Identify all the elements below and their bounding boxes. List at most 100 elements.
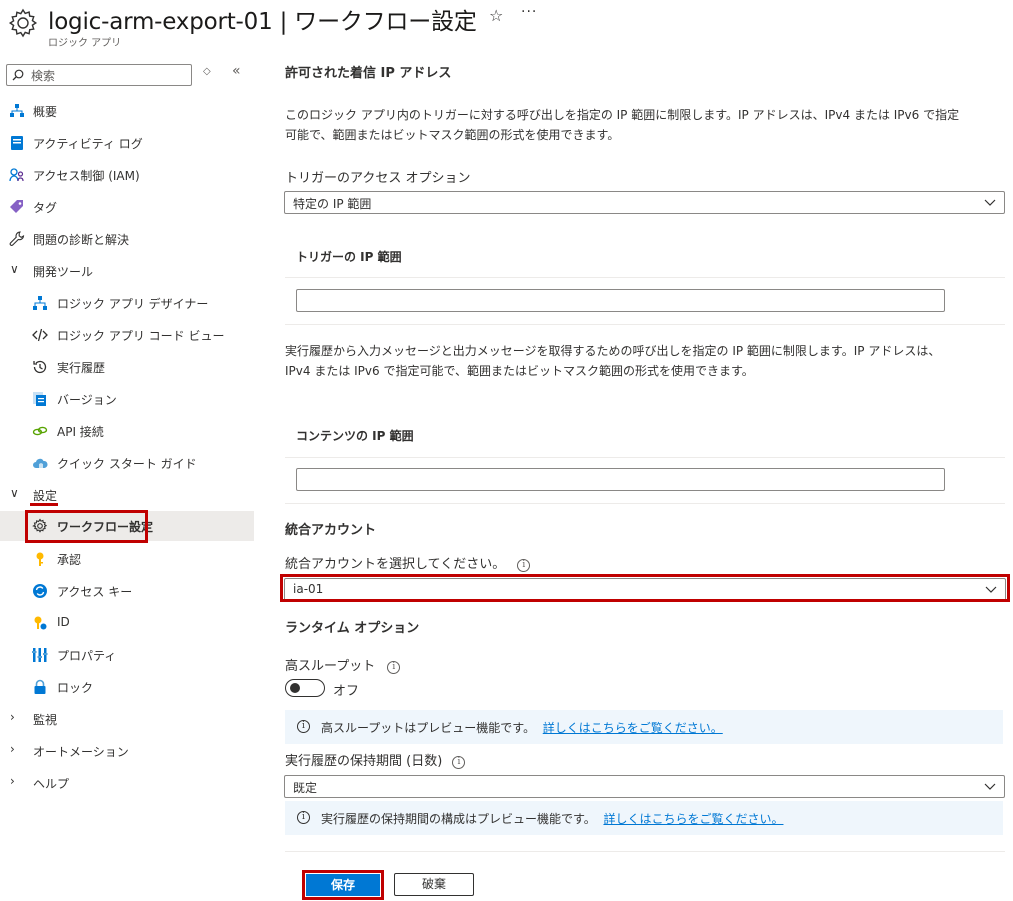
sidebar-item-label: バージョン: [57, 393, 117, 407]
cloud-icon: [33, 458, 48, 468]
dropdown-value: 既定: [293, 781, 318, 795]
wrench-icon: [9, 231, 25, 246]
sidebar-item-label: ロジック アプリ デザイナー: [57, 297, 209, 311]
retention-label-text: 実行履歴の保持期間 (日数): [285, 754, 443, 769]
sidebar-item-diagnose[interactable]: 問題の診断と解決: [0, 224, 254, 254]
tag-icon: [10, 200, 23, 213]
sidebar-item-authorization[interactable]: 承認: [0, 544, 254, 574]
sidebar-item-activity-log[interactable]: アクティビティ ログ: [0, 128, 254, 158]
sort-button[interactable]: ◇: [203, 66, 211, 77]
sidebar-item-label: プロパティ: [57, 649, 117, 663]
key-icon: [36, 552, 44, 566]
versions-icon: [33, 392, 46, 406]
integration-account-label-text: 統合アカウントを選択してください。: [285, 557, 506, 572]
divider: [285, 277, 1005, 278]
workflow-settings-highlight-box: [25, 510, 148, 543]
sidebar-item-label: 概要: [33, 105, 58, 119]
high-throughput-label-text: 高スループット: [285, 659, 376, 674]
divider: [285, 457, 1005, 458]
inbound-ip-description-line2: 可能で、範囲またはビットマスク範囲の形式を使用できます。: [285, 128, 620, 142]
chevron-down-icon: [984, 199, 996, 206]
sidebar-item-quickstart[interactable]: クイック スタート ガイド: [0, 448, 254, 478]
lock-icon: [34, 679, 46, 694]
sidebar-group-monitoring[interactable]: › 監視: [0, 704, 254, 734]
sidebar-group-automation[interactable]: › オートメーション: [0, 736, 254, 766]
sidebar-item-tags[interactable]: タグ: [0, 192, 254, 222]
info-icon[interactable]: i: [452, 756, 466, 769]
sidebar-item-overview[interactable]: 概要: [0, 96, 254, 126]
history-description-line1: 実行履歴から入力メッセージと出力メッセージを取得するための呼び出しを指定の IP…: [285, 344, 941, 358]
sidebar-item-code-view[interactable]: ロジック アプリ コード ビュー: [0, 320, 254, 350]
sidebar-item-locks[interactable]: ロック: [0, 672, 254, 702]
settings-highlight-underline: [30, 503, 58, 506]
more-options-button[interactable]: ···: [521, 4, 537, 20]
divider: [285, 503, 1005, 504]
sidebar-item-access-keys[interactable]: アクセス キー: [0, 576, 254, 606]
sidebar-item-label: アクセス キー: [57, 585, 133, 599]
divider: [285, 324, 1005, 325]
sidebar-item-label: アクセス制御 (IAM): [33, 169, 140, 183]
discard-button[interactable]: 破棄: [394, 873, 474, 896]
inbound-ip-description-line1: このロジック アプリ内のトリガーに対する呼び出しを指定の IP 範囲に制限します…: [285, 108, 960, 122]
iam-icon: [9, 168, 24, 182]
retention-info-text: 実行履歴の保持期間の構成はプレビュー機能です。 詳しくはこちらをご覧ください。: [321, 812, 784, 826]
sidebar-group-help[interactable]: › ヘルプ: [0, 768, 254, 798]
search-icon: [12, 69, 24, 81]
throughput-info-bar: i 高スループットはプレビュー機能です。 詳しくはこちらをご覧ください。: [285, 710, 1003, 744]
integration-account-label: 統合アカウントを選択してください。 i: [285, 553, 531, 572]
chevron-down-icon: ∨: [10, 262, 19, 276]
sidebar-group-dev-tools[interactable]: ∨ 開発ツール: [0, 256, 254, 286]
search-input[interactable]: 検索: [6, 64, 192, 86]
sidebar-item-iam[interactable]: アクセス制御 (IAM): [0, 160, 254, 190]
save-highlight-box: [302, 870, 384, 900]
high-throughput-label: 高スループット i: [285, 655, 401, 674]
chevron-right-icon: ›: [10, 710, 15, 724]
sidebar-item-label: ロック: [57, 681, 94, 695]
divider: [285, 851, 1005, 852]
sidebar-item-label: クイック スタート ガイド: [57, 457, 197, 471]
sidebar-item-identity[interactable]: ID: [0, 608, 254, 638]
sidebar-item-label: API 接続: [57, 425, 104, 439]
learn-more-link[interactable]: 詳しくはこちらをご覧ください。: [603, 812, 783, 826]
identity-icon: [34, 616, 47, 630]
inbound-ip-heading: 許可された着信 IP アドレス: [285, 66, 452, 81]
integration-account-highlight-box: [280, 574, 1010, 602]
trigger-ip-heading: トリガーの IP 範囲: [296, 250, 402, 264]
info-icon[interactable]: i: [387, 661, 401, 674]
link-icon: [32, 426, 48, 436]
overview-icon: [10, 104, 24, 117]
high-throughput-toggle[interactable]: [285, 679, 325, 697]
page-subtitle: ロジック アプリ: [48, 38, 122, 49]
sidebar-item-label: 実行履歴: [57, 361, 106, 375]
trigger-access-dropdown[interactable]: 特定の IP 範囲: [284, 191, 1005, 214]
chevron-down-icon: [984, 783, 996, 790]
chevron-right-icon: ›: [10, 774, 15, 788]
trigger-ip-range-input[interactable]: [296, 289, 945, 312]
star-icon[interactable]: ☆: [489, 6, 503, 25]
sidebar-item-label: ロジック アプリ コード ビュー: [57, 329, 225, 343]
sidebar-item-properties[interactable]: プロパティ: [0, 640, 254, 670]
sidebar-item-label: 問題の診断と解決: [33, 233, 130, 247]
content-ip-range-input[interactable]: [296, 468, 945, 491]
sidebar-item-versions[interactable]: バージョン: [0, 384, 254, 414]
info-icon[interactable]: i: [517, 559, 531, 572]
high-throughput-state: オフ: [333, 684, 360, 699]
collapse-sidebar-button[interactable]: «: [232, 63, 241, 79]
retention-label: 実行履歴の保持期間 (日数) i: [285, 750, 466, 769]
info-icon: i: [297, 720, 310, 733]
integration-account-heading: 統合アカウント: [285, 523, 377, 538]
designer-icon: [33, 296, 47, 310]
sidebar-item-api-connections[interactable]: API 接続: [0, 416, 254, 446]
learn-more-link[interactable]: 詳しくはこちらをご覧ください。: [543, 721, 723, 735]
sidebar-item-designer[interactable]: ロジック アプリ デザイナー: [0, 288, 254, 318]
history-description-line2: IPv4 または IPv6 で指定可能で、範囲またはビットマスク範囲の形式を使用…: [285, 364, 754, 378]
dropdown-value: 特定の IP 範囲: [293, 197, 372, 211]
chevron-right-icon: ›: [10, 742, 15, 756]
throughput-info-text: 高スループットはプレビュー機能です。 詳しくはこちらをご覧ください。: [321, 721, 723, 735]
page-header: logic-arm-export-01 | ワークフロー設定 ロジック アプリ …: [0, 0, 1013, 58]
sidebar-item-run-history[interactable]: 実行履歴: [0, 352, 254, 382]
sidebar-item-label: アクティビティ ログ: [33, 137, 143, 151]
trigger-access-label: トリガーのアクセス オプション: [285, 171, 471, 186]
chevron-down-icon: ∨: [10, 486, 19, 500]
retention-dropdown[interactable]: 既定: [284, 775, 1005, 798]
